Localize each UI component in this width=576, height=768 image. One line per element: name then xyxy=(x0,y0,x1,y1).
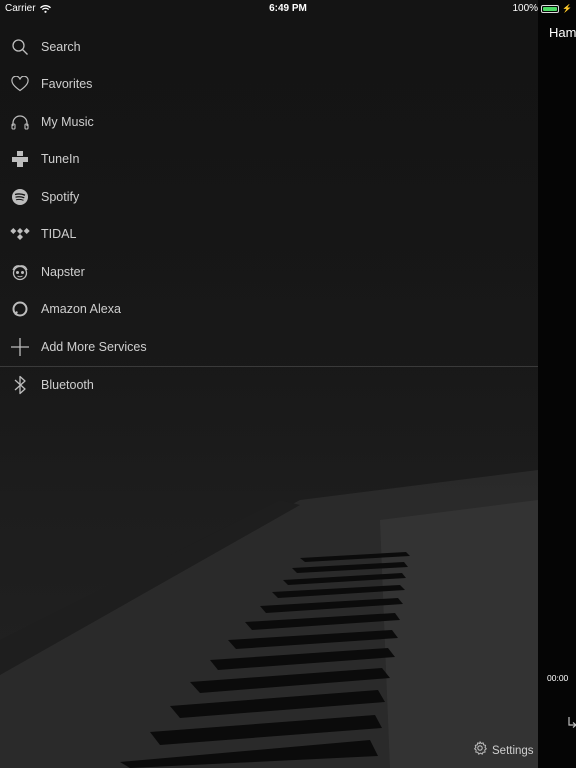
settings-label: Settings xyxy=(492,744,534,757)
headphones-icon xyxy=(10,112,30,132)
menu-item-label: Amazon Alexa xyxy=(41,302,121,317)
menu-item-label: Favorites xyxy=(41,77,93,92)
menu-item-tunein[interactable]: TuneIn xyxy=(0,141,538,179)
menu-item-search[interactable]: Search xyxy=(0,28,538,66)
menu-item-label: My Music xyxy=(41,114,94,129)
search-icon xyxy=(10,37,30,57)
battery-icon xyxy=(541,4,560,13)
gear-icon xyxy=(473,741,487,760)
elapsed-time: 00:00 xyxy=(547,673,569,683)
menu-item-tidal[interactable]: TIDAL xyxy=(0,216,538,254)
menu-item-label: Bluetooth xyxy=(41,378,94,393)
menu-item-napster[interactable]: Napster xyxy=(0,253,538,291)
napster-icon xyxy=(10,262,30,282)
menu-item-amazon-alexa[interactable]: Amazon Alexa xyxy=(0,291,538,329)
menu-item-favorites[interactable]: Favorites xyxy=(0,66,538,104)
menu-item-spotify[interactable]: Spotify xyxy=(0,178,538,216)
plus-icon xyxy=(10,337,30,357)
charging-icon: ⚡ xyxy=(562,4,572,13)
tunein-icon xyxy=(10,149,30,169)
battery-percent: 100% xyxy=(512,3,539,14)
settings-button[interactable]: Settings xyxy=(473,741,534,760)
alexa-icon xyxy=(10,299,30,319)
tidal-icon xyxy=(10,224,30,244)
sources-menu: Search Favorites My Music TuneIn Spotify xyxy=(0,28,538,404)
battery-indicator: 100% ⚡ xyxy=(512,3,572,14)
menu-item-label: TuneIn xyxy=(41,152,80,167)
menu-item-label: Add More Services xyxy=(41,339,147,354)
menu-item-add-more-services[interactable]: Add More Services xyxy=(0,328,538,366)
clock: 6:49 PM xyxy=(269,3,307,14)
now-playing-title: Ham xyxy=(549,25,576,40)
menu-item-label: TIDAL xyxy=(41,227,77,242)
bluetooth-icon xyxy=(10,375,30,395)
heart-icon xyxy=(10,74,30,94)
queue-icon[interactable] xyxy=(567,716,576,735)
menu-item-my-music[interactable]: My Music xyxy=(0,103,538,141)
menu-item-label: Search xyxy=(41,39,81,54)
spotify-icon xyxy=(10,187,30,207)
now-playing-panel[interactable]: Ham 00:00 xyxy=(538,0,576,768)
status-bar: Carrier 6:49 PM 100% ⚡ xyxy=(0,0,576,17)
menu-item-label: Spotify xyxy=(41,189,80,204)
screen: Carrier 6:49 PM 100% ⚡ Search Favorites xyxy=(0,0,576,768)
menu-item-label: Napster xyxy=(41,264,85,279)
menu-item-bluetooth[interactable]: Bluetooth xyxy=(0,367,538,405)
